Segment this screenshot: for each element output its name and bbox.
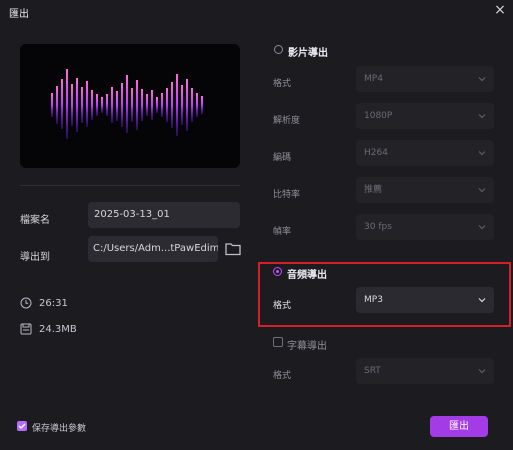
- export-to-label: 導出到: [20, 252, 50, 263]
- chevron-down-icon: [478, 188, 486, 193]
- filename-field[interactable]: 2025-03-13_01: [88, 202, 240, 228]
- folder-icon[interactable]: [225, 242, 241, 256]
- video-format-value: MP4: [364, 74, 383, 84]
- subtitle-format-value: SRT: [364, 366, 381, 376]
- export-path-field[interactable]: C:/Users/Adm...tPawEdimakor: [88, 236, 218, 262]
- video-resolution-value: 1080P: [364, 111, 393, 121]
- waveform-icon: [51, 69, 203, 139]
- save-params-label: 保存導出參數: [32, 424, 87, 434]
- video-codec-value: H264: [364, 148, 388, 158]
- subtitle-export-title: 字幕導出: [287, 341, 327, 352]
- left-divider: [20, 185, 240, 186]
- chevron-down-icon: [478, 151, 486, 156]
- subtitle-export-checkbox[interactable]: [273, 337, 283, 347]
- save-params-checkbox[interactable]: [17, 421, 27, 431]
- video-resolution-select: 1080P: [356, 103, 494, 129]
- checkmark-icon: [18, 423, 26, 429]
- video-bitrate-label: 比特率: [273, 190, 301, 200]
- audio-export-highlight: [258, 262, 511, 327]
- subtitle-format-select: SRT: [356, 358, 494, 384]
- video-framerate-label: 幀率: [273, 227, 292, 237]
- subtitle-format-label: 格式: [273, 371, 292, 381]
- audio-preview: [20, 44, 240, 168]
- video-bitrate-value: 推薦: [364, 185, 383, 195]
- video-framerate-select: 30 fps: [356, 214, 494, 240]
- video-framerate-value: 30 fps: [364, 222, 392, 232]
- close-icon[interactable]: ×: [493, 3, 507, 17]
- duration-text: 26:31: [39, 298, 68, 309]
- video-resolution-label: 解析度: [273, 116, 301, 126]
- window-title: 匯出: [9, 9, 29, 20]
- filename-label: 檔案名: [20, 215, 50, 226]
- chevron-down-icon: [478, 77, 486, 82]
- left-panel: 檔案名 2025-03-13_01 導出到 C:/Users/Adm...tPa…: [0, 22, 256, 450]
- clock-icon: [20, 297, 32, 309]
- video-codec-label: 編碼: [273, 153, 292, 163]
- video-bitrate-select: 推薦: [356, 177, 494, 203]
- video-export-radio[interactable]: [274, 45, 283, 54]
- size-text: 24.3MB: [39, 324, 77, 335]
- chevron-down-icon: [478, 114, 486, 119]
- video-codec-select: H264: [356, 140, 494, 166]
- right-panel: 影片導出 格式 MP4 解析度 1080P 編碼 H264 比特率 推薦 幀率 …: [256, 22, 513, 450]
- video-export-title: 影片導出: [288, 48, 328, 59]
- chevron-down-icon: [478, 225, 486, 230]
- export-button[interactable]: 匯出: [430, 416, 488, 437]
- video-format-label: 格式: [273, 79, 292, 89]
- video-format-select: MP4: [356, 66, 494, 92]
- chevron-down-icon: [478, 369, 486, 374]
- title-bar: 匯出 ×: [0, 0, 513, 22]
- save-icon: [20, 323, 32, 335]
